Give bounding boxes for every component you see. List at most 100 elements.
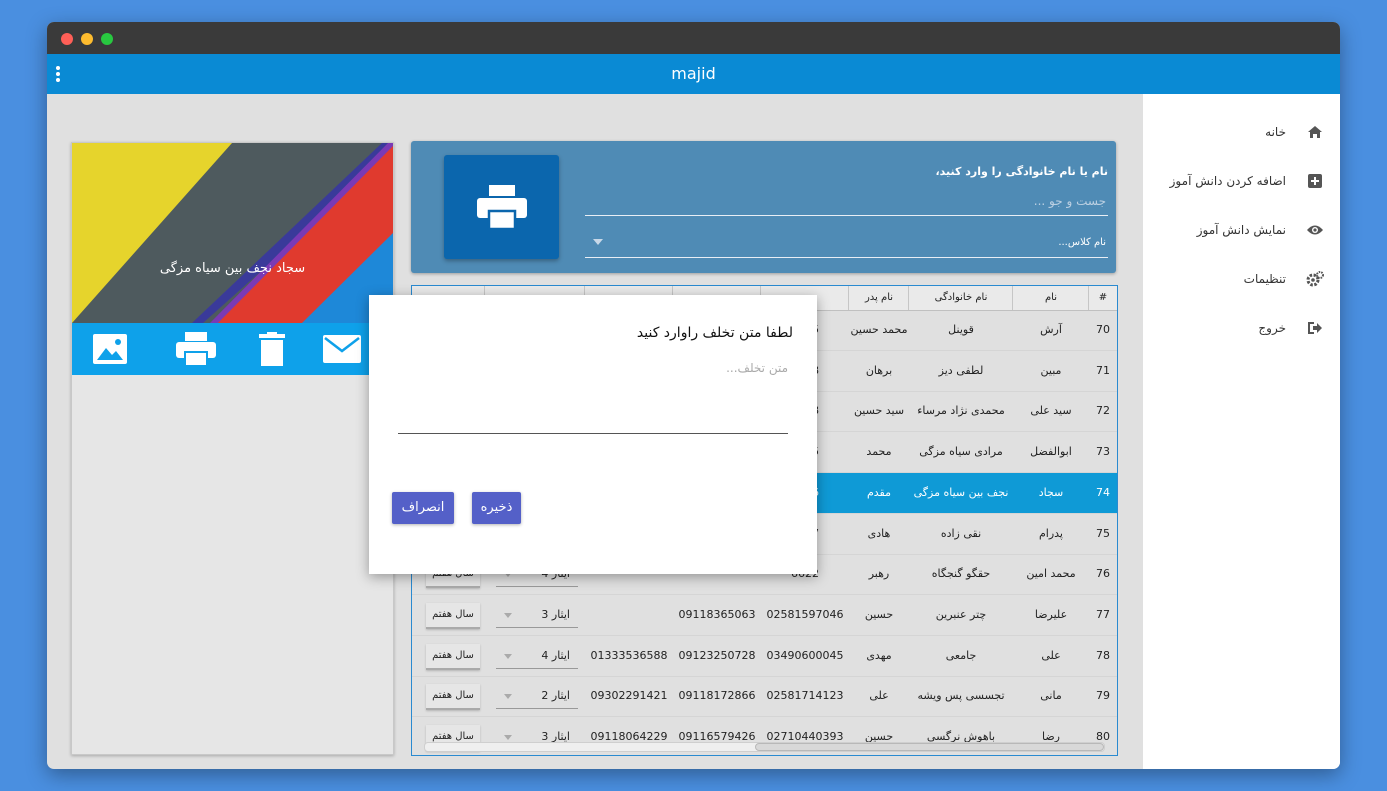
column-header-number[interactable]: # bbox=[1088, 286, 1117, 310]
term-select-value: ایثار 4 bbox=[541, 648, 570, 662]
cell-last-name: چتر عنبرین bbox=[935, 607, 987, 621]
scrollbar-thumb[interactable] bbox=[755, 743, 1104, 751]
app-title: majid bbox=[671, 64, 716, 83]
sidebar-item-logout[interactable]: خروج bbox=[1258, 316, 1324, 340]
sidebar-item-add-student[interactable]: اضافه کردن دانش آموز bbox=[1170, 169, 1324, 193]
chevron-down-icon bbox=[504, 694, 512, 700]
search-placeholder: جست و جو ... bbox=[1033, 194, 1106, 208]
student-name: سجاد نجف بین سیاه مزگی bbox=[159, 261, 306, 276]
search-panel: نام یا نام خانوادگی را وارد کنید، جست و … bbox=[411, 141, 1116, 273]
mail-icon[interactable] bbox=[322, 329, 362, 369]
print-list-button[interactable] bbox=[444, 155, 559, 259]
dialog-title: لطفا متن تخلف راوارد کنید bbox=[636, 325, 793, 341]
cell-first-name: مانی bbox=[1040, 689, 1062, 703]
cell-last-name: مرادی سیاه مزگی bbox=[919, 445, 1003, 459]
cell-phone-2 bbox=[585, 595, 673, 635]
cell-code: 03490600045 bbox=[766, 648, 844, 662]
maximize-window-button[interactable] bbox=[101, 33, 113, 45]
sidebar: خانه اضافه کردن دانش آموز نمایش دانش آمو… bbox=[1143, 94, 1340, 769]
violation-text-input[interactable]: متن تخلف... bbox=[398, 359, 788, 434]
cell-first-name: مبین bbox=[1040, 363, 1062, 377]
table-row[interactable]: 78 علی جامعی مهدی 03490600045 09123250728 0133… bbox=[412, 636, 1117, 677]
cell-last-name: لطفی دیز bbox=[938, 363, 984, 377]
chevron-down-icon bbox=[593, 239, 603, 245]
table-row[interactable]: 79 مانی تجسسی پس ویشه علی 02581714123 0911817… bbox=[412, 676, 1117, 718]
title-bar bbox=[47, 22, 1340, 54]
year-button[interactable]: سال هفتم bbox=[426, 643, 480, 670]
cell-father-name: حسین bbox=[864, 607, 894, 621]
sidebar-item-show-student[interactable]: نمایش دانش آموز bbox=[1197, 218, 1324, 242]
cell-father-name: علی bbox=[869, 689, 889, 703]
cell-father-name: مقدم bbox=[866, 485, 892, 499]
sidebar-item-settings[interactable]: تنظیمات bbox=[1244, 267, 1324, 291]
cell-first-name: ابوالفضل bbox=[1030, 445, 1072, 459]
column-header-last-name[interactable]: نام خانوادگی bbox=[908, 286, 1013, 310]
cell-number: 73 bbox=[1096, 445, 1110, 459]
trash-icon[interactable] bbox=[252, 329, 292, 369]
save-button[interactable]: ذخیره bbox=[472, 492, 521, 524]
cell-number: 75 bbox=[1096, 526, 1110, 540]
app-window: majid خانه اضافه کردن دانش آموز نمایش دا… bbox=[47, 22, 1340, 769]
cell-last-name: نجف بین سیاه مزگی bbox=[913, 485, 1009, 499]
class-select-value: نام کلاس... bbox=[1058, 236, 1106, 248]
cell-father-name: رهبر bbox=[868, 567, 890, 581]
cell-first-name: سید علی bbox=[1030, 404, 1072, 418]
term-select[interactable]: ایثار 4 bbox=[496, 644, 578, 669]
plus-square-icon bbox=[1306, 172, 1324, 190]
cell-number: 78 bbox=[1096, 648, 1110, 662]
cell-father-name: سید حسین bbox=[853, 404, 905, 418]
cell-number: 72 bbox=[1096, 404, 1110, 418]
sidebar-item-label: خانه bbox=[1265, 125, 1286, 139]
cell-father-name: برهان bbox=[865, 363, 893, 377]
sidebar-item-label: تنظیمات bbox=[1243, 272, 1286, 286]
class-select[interactable]: نام کلاس... bbox=[585, 227, 1108, 258]
cell-last-name: محمدی نژاد مرساء bbox=[917, 404, 1005, 418]
term-select-value: ایثار 3 bbox=[541, 607, 570, 621]
sidebar-item-home[interactable]: خانه bbox=[1265, 120, 1324, 144]
cell-phone: 09123250728 bbox=[678, 648, 756, 662]
term-select[interactable]: ایثار 3 bbox=[496, 603, 578, 628]
app-bar: majid bbox=[47, 54, 1340, 94]
cell-phone-2: 09302291421 bbox=[590, 689, 668, 703]
violation-text-placeholder: متن تخلف... bbox=[726, 361, 788, 375]
profile-banner: سجاد نجف بین سیاه مزگی bbox=[72, 143, 393, 323]
search-label: نام یا نام خانوادگی را وارد کنید، bbox=[935, 165, 1108, 178]
cell-number: 77 bbox=[1096, 607, 1110, 621]
print-icon[interactable] bbox=[176, 329, 216, 369]
horizontal-scrollbar[interactable] bbox=[424, 742, 1105, 752]
cell-father-name: محمد حسین bbox=[850, 323, 908, 336]
gears-icon bbox=[1306, 270, 1324, 288]
cell-last-name: جامعی bbox=[945, 648, 977, 662]
sidebar-item-label: اضافه کردن دانش آموز bbox=[1169, 174, 1286, 188]
cell-first-name: علیرضا bbox=[1034, 607, 1068, 621]
cell-phone: 09118172866 bbox=[678, 689, 756, 703]
cell-phone: 09118365063 bbox=[678, 607, 756, 621]
sign-out-icon bbox=[1306, 319, 1324, 337]
cell-code: 02581597046 bbox=[766, 607, 844, 621]
column-header-first-name[interactable]: نام bbox=[1012, 286, 1089, 310]
chevron-down-icon bbox=[504, 653, 512, 659]
search-input[interactable]: جست و جو ... bbox=[585, 187, 1108, 216]
violation-dialog: لطفا متن تخلف راوارد کنید متن تخلف... ان… bbox=[369, 295, 817, 574]
cell-last-name: حقگو گنجگاه bbox=[931, 567, 991, 581]
cancel-button[interactable]: انصراف bbox=[392, 492, 454, 524]
cell-first-name: آرش bbox=[1040, 323, 1062, 336]
close-window-button[interactable] bbox=[61, 33, 73, 45]
cell-first-name: محمد امین bbox=[1026, 567, 1076, 581]
cell-last-name: نقی زاده bbox=[940, 526, 982, 540]
profile-actions bbox=[72, 323, 393, 375]
eye-icon bbox=[1306, 221, 1324, 239]
term-select[interactable]: ایثار 2 bbox=[496, 684, 578, 710]
sidebar-item-label: نمایش دانش آموز bbox=[1196, 223, 1286, 237]
cell-father-name: محمد bbox=[866, 445, 892, 459]
cell-first-name: علی bbox=[1041, 648, 1061, 662]
sidebar-item-label: خروج bbox=[1258, 321, 1286, 335]
minimize-window-button[interactable] bbox=[81, 33, 93, 45]
year-button[interactable]: سال هفتم bbox=[426, 602, 480, 629]
image-icon[interactable] bbox=[90, 329, 130, 369]
year-button[interactable]: سال هفتم bbox=[426, 684, 480, 711]
table-row[interactable]: 77 علیرضا چتر عنبرین حسین 02581597046 0911836… bbox=[412, 595, 1117, 636]
column-header-father-name[interactable]: نام پدر bbox=[848, 286, 909, 310]
cell-number: 76 bbox=[1096, 567, 1110, 581]
chevron-down-icon bbox=[504, 612, 512, 618]
